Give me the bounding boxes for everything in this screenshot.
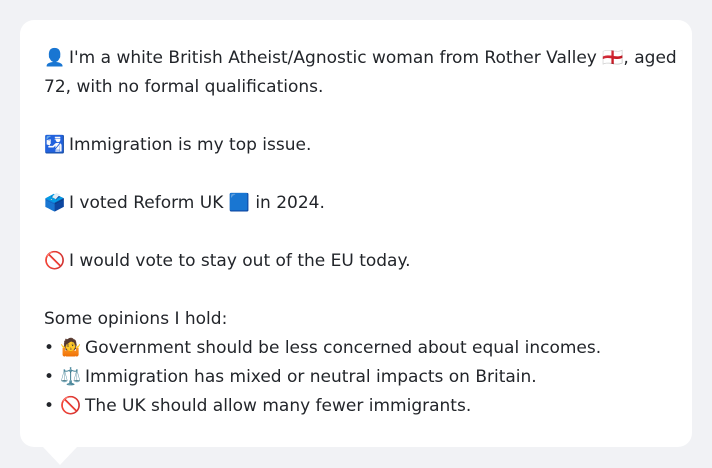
bio-line-1: 👤 I'm a white British Atheist/Agnostic wo… [44,44,677,73]
bio-paragraph: 👤 I'm a white British Atheist/Agnostic wo… [44,44,677,102]
ballot-box-icon: 🗳️ [44,193,66,213]
vote-statement: 🗳️ I voted Reform UK 🟦 in 2024. [44,189,668,218]
vote-text-before: I voted Reform UK [69,193,224,213]
opinion-text: The UK should allow many fewer immigrant… [85,396,472,416]
scales-icon: ⚖️ [60,367,82,387]
opinions-heading: Some opinions I hold: [44,309,228,329]
top-issue-text: Immigration is my top issue. [69,135,312,155]
prohibited-icon: 🚫 [60,396,82,416]
bullet: • [44,367,55,387]
opinion-text: Government should be less concerned abou… [85,338,602,358]
eu-statement: 🚫 I would vote to stay out of the EU toda… [44,247,668,276]
person-icon: 👤 [44,48,66,68]
speech-bubble-tail [43,447,77,465]
party-color-icon: 🟦 [228,193,250,213]
bio-line-2: 72, with no formal qualifications. [44,77,324,97]
opinion-item: • 🚫 The UK should allow many fewer immigra… [44,392,668,421]
eu-text: I would vote to stay out of the EU today… [69,251,411,271]
opinion-text: Immigration has mixed or neutral impacts… [85,367,537,387]
bullet: • [44,396,55,416]
prohibited-icon: 🚫 [44,251,66,271]
bullet: • [44,338,55,358]
profile-card: 👤 I'm a white British Atheist/Agnostic wo… [20,20,692,447]
opinion-item: • 🤷 Government should be less concerned ab… [44,334,668,363]
vote-text-after: in 2024. [255,193,325,213]
passport-control-icon: 🛂 [44,135,66,155]
shrug-icon: 🤷 [60,338,82,358]
top-issue: 🛂 Immigration is my top issue. [44,131,668,160]
bio-text-1: I'm a white British Atheist/Agnostic wom… [69,48,677,68]
opinion-item: • ⚖️ Immigration has mixed or neutral impa… [44,363,668,392]
